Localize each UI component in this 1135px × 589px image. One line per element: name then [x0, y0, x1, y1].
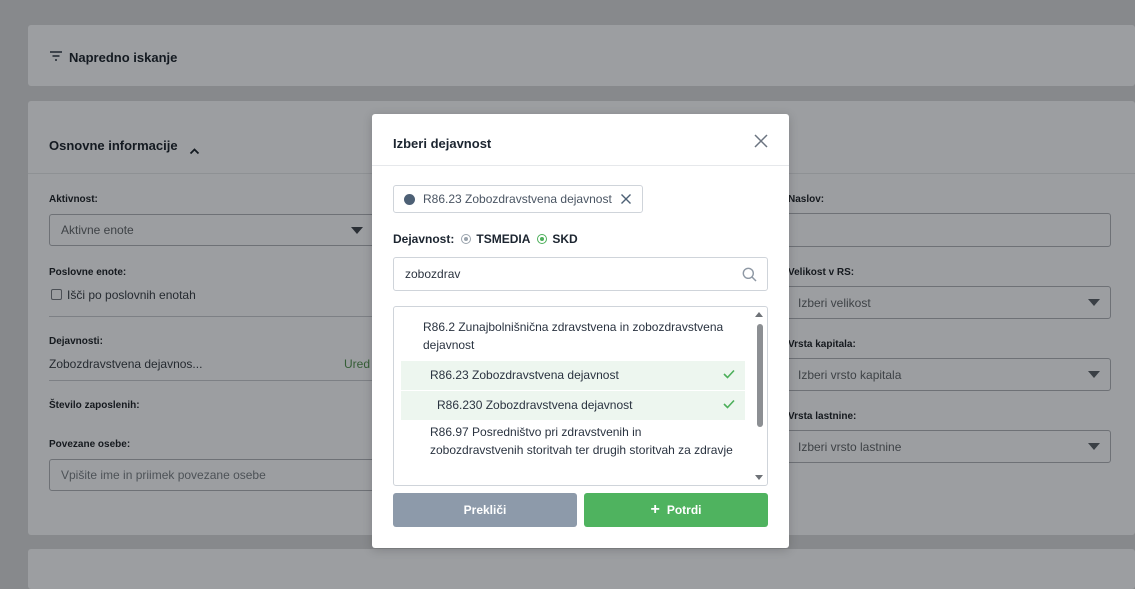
scroll-up-arrow-icon[interactable]: [755, 312, 763, 317]
list-item-label: R86.97 Posredništvo pri zdravstvenih in …: [430, 425, 733, 457]
chevron-down-icon: [1088, 443, 1100, 450]
capital-select[interactable]: Izberi vrsto kapitala: [786, 358, 1111, 391]
advanced-search-title[interactable]: Napredno iskanje: [69, 50, 177, 65]
activity-search-input[interactable]: zobozdrav: [393, 257, 768, 291]
chevron-down-icon: [351, 227, 363, 234]
chip-dot: [404, 193, 415, 205]
activity-select-value: Aktivne enote: [61, 223, 134, 237]
list-item-label: R86.2 Zunajbolnišnična zdravstvena in zo…: [423, 320, 724, 352]
modal-title: Izberi dejavnost: [393, 136, 492, 151]
chip-label: R86.23 Zobozdravstvena dejavnost: [423, 192, 612, 206]
activities-underline: [49, 380, 379, 381]
radio-skd[interactable]: [537, 234, 548, 244]
modal-header: Izberi dejavnost: [372, 114, 789, 166]
search-icon[interactable]: [742, 267, 757, 282]
persons-input-placeholder: Vpišite ime in priimek povezane osebe: [61, 468, 266, 482]
activity-select[interactable]: Aktivne enote: [49, 214, 379, 246]
check-icon: [723, 397, 735, 409]
activities-value: Zobozdravstvena dejavnos...: [49, 357, 203, 371]
classification-radio-group: Dejavnost: TSMEDIA SKD: [393, 232, 578, 246]
list-item[interactable]: R86.230 Zobozdravstvena dejavnost: [401, 391, 745, 420]
scrollbar[interactable]: [754, 307, 766, 485]
search-value: zobozdrav: [405, 267, 461, 281]
results-list: R86.2 Zunajbolnišnična zdravstvena in zo…: [393, 306, 768, 486]
address-label: Naslov:: [788, 194, 825, 205]
close-icon[interactable]: [753, 133, 769, 149]
list-item[interactable]: R86.23 Zobozdravstvena dejavnost: [401, 361, 745, 390]
cancel-button[interactable]: Prekliči: [393, 493, 577, 527]
size-select-value: Izberi velikost: [798, 295, 871, 310]
scrollbar-thumb[interactable]: [757, 324, 763, 427]
advanced-search-card: [28, 25, 1135, 86]
units-underline: [49, 316, 379, 317]
radio-tsmedia-label[interactable]: TSMEDIA: [476, 232, 530, 246]
ownership-select-value: Izberi vrsto lastnine: [798, 439, 902, 454]
chevron-down-icon: [1088, 299, 1100, 306]
employees-label: Število zaposlenih:: [49, 400, 140, 411]
capital-select-value: Izberi vrsto kapitala: [798, 367, 902, 382]
select-activity-modal: Izberi dejavnost R86.23 Zobozdravstvena …: [372, 114, 789, 548]
units-label: Poslovne enote:: [49, 267, 127, 278]
persons-input[interactable]: Vpišite ime in priimek povezane osebe: [49, 459, 379, 491]
units-checkbox[interactable]: [51, 289, 62, 300]
chevron-down-icon: [1088, 371, 1100, 378]
size-select[interactable]: Izberi velikost: [786, 286, 1111, 319]
selected-activity-chip: R86.23 Zobozdravstvena dejavnost: [393, 185, 643, 213]
capital-label: Vrsta kapitala:: [788, 339, 856, 350]
list-item[interactable]: R86.2 Zunajbolnišnična zdravstvena in zo…: [401, 319, 745, 354]
check-icon: [723, 367, 735, 379]
persons-label: Povezane osebe:: [49, 439, 131, 450]
list-item[interactable]: R86.97 Posredništvo pri zdravstvenih in …: [401, 424, 745, 459]
scroll-down-arrow-icon[interactable]: [755, 475, 763, 480]
units-checkbox-label[interactable]: Išči po poslovnih enotah: [67, 288, 196, 302]
remove-chip-icon[interactable]: [620, 193, 632, 205]
confirm-button[interactable]: + Potrdi: [584, 493, 768, 527]
address-input[interactable]: [786, 213, 1111, 247]
ownership-label: Vrsta lastnine:: [788, 411, 857, 422]
classification-label: Dejavnost:: [393, 232, 455, 246]
basic-info-title[interactable]: Osnovne informacije: [49, 138, 178, 153]
activities-label: Dejavnosti:: [49, 336, 103, 347]
size-label: Velikost v RS:: [788, 267, 855, 278]
confirm-button-label: Potrdi: [666, 503, 702, 517]
cancel-button-label: Prekliči: [463, 503, 507, 517]
activities-edit-link[interactable]: Ured: [344, 357, 370, 371]
list-item-label: R86.23 Zobozdravstvena dejavnost: [430, 368, 619, 382]
plus-icon: +: [650, 501, 660, 518]
bottom-card: [28, 549, 1135, 589]
radio-tsmedia[interactable]: [461, 234, 472, 244]
activity-label: Aktivnost:: [49, 194, 98, 205]
radio-skd-label[interactable]: SKD: [552, 232, 577, 246]
filter-icon: [49, 50, 63, 68]
list-item-label: R86.230 Zobozdravstvena dejavnost: [437, 398, 633, 412]
chevron-up-icon[interactable]: [189, 142, 200, 160]
ownership-select[interactable]: Izberi vrsto lastnine: [786, 430, 1111, 463]
